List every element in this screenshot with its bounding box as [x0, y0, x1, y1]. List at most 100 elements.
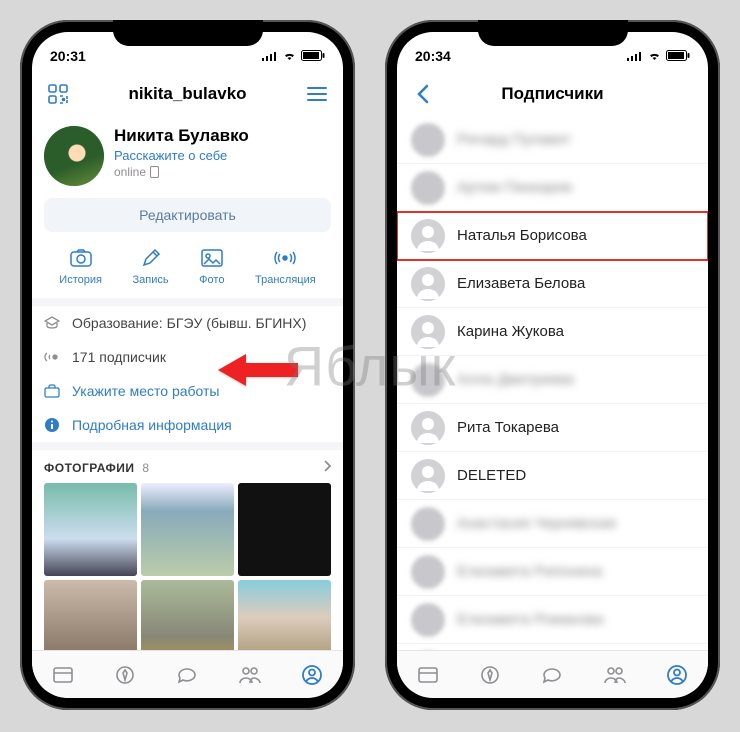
status-time: 20:31	[50, 48, 86, 64]
follower-row[interactable]: Рита Токарева	[397, 404, 708, 452]
tab-friends[interactable]	[237, 662, 263, 688]
action-live[interactable]: Трансляция	[255, 246, 316, 286]
follower-name: Рита Токарева	[457, 419, 559, 436]
phone-frame-left: 20:31 nikita_bulavko	[20, 20, 355, 710]
follower-name: Артем Пинкарев	[457, 179, 572, 196]
follower-avatar	[411, 603, 445, 637]
tab-feed[interactable]	[50, 662, 76, 688]
menu-icon[interactable]	[303, 80, 331, 108]
phone-frame-right: 20:34 Подписчики Ричард Пулавит Артем Пин…	[385, 20, 720, 710]
follower-avatar	[411, 315, 445, 349]
photo-thumbnail[interactable]	[238, 483, 331, 576]
back-icon[interactable]	[409, 80, 437, 108]
follower-row[interactable]: Наталья Борисова	[397, 212, 708, 260]
tab-bar	[397, 650, 708, 698]
follower-row[interactable]: Ричард Пулавит	[397, 116, 708, 164]
dual-phone-stage: 20:31 nikita_bulavko	[0, 0, 740, 730]
photo-thumbnail[interactable]	[141, 483, 234, 576]
follower-name: Алла Дмитриева	[457, 371, 574, 388]
action-photo-label: Фото	[199, 274, 224, 286]
photos-header[interactable]: ФОТОГРАФИИ 8	[44, 460, 331, 475]
wifi-icon	[647, 48, 662, 64]
tab-friends[interactable]	[602, 662, 628, 688]
qr-icon[interactable]	[44, 80, 72, 108]
tab-bar	[32, 650, 343, 698]
info-more-text: Подробная информация	[72, 417, 232, 433]
tab-messages[interactable]	[174, 662, 200, 688]
follower-row[interactable]: Алла Дмитриева	[397, 356, 708, 404]
picture-icon	[200, 246, 224, 270]
action-post[interactable]: Запись	[133, 246, 169, 286]
info-education-value: БГЭУ (бывш. БГИНХ)	[167, 315, 307, 331]
follower-name: Елизавета Рипонина	[457, 563, 602, 580]
follower-name: Карина Жукова	[457, 323, 564, 340]
profile-row: Никита Булавко Расскажите о себе online	[44, 126, 331, 186]
phone-small-icon	[150, 166, 159, 178]
pencil-icon	[139, 246, 163, 270]
info-more[interactable]: Подробная информация	[32, 408, 343, 442]
battery-icon	[666, 48, 690, 64]
action-post-label: Запись	[133, 274, 169, 286]
camera-icon	[69, 246, 93, 270]
info-education[interactable]: Образование: БГЭУ (бывш. БГИНХ)	[32, 306, 343, 340]
follower-name: Анастасия Чернявская	[457, 515, 616, 532]
follower-avatar	[411, 219, 445, 253]
follower-row[interactable]: Елизавета Рипонина	[397, 548, 708, 596]
tab-profile[interactable]	[299, 662, 325, 688]
profile-about-link[interactable]: Расскажите о себе	[114, 148, 249, 163]
follower-avatar	[411, 507, 445, 541]
action-story[interactable]: История	[59, 246, 102, 286]
tab-discover[interactable]	[112, 662, 138, 688]
follower-name: Елизавета Романова	[457, 611, 603, 628]
photos-count: 8	[142, 461, 149, 475]
profile-avatar[interactable]	[44, 126, 104, 186]
signal-icon	[627, 48, 643, 64]
followers-list: Ричард Пулавит Артем Пинкарев Наталья Бори…	[397, 116, 708, 650]
photo-thumbnail[interactable]	[141, 580, 234, 650]
profile-text: Никита Булавко Расскажите о себе online	[114, 126, 249, 179]
follower-row[interactable]: Анастасия Чернявская	[397, 500, 708, 548]
action-live-label: Трансляция	[255, 274, 316, 286]
tab-profile[interactable]	[664, 662, 690, 688]
follower-avatar	[411, 123, 445, 157]
follower-row[interactable]: Елизавета Романова	[397, 596, 708, 644]
status-icons	[627, 48, 690, 64]
briefcase-icon	[44, 384, 62, 398]
edit-profile-button[interactable]: Редактировать	[44, 198, 331, 232]
follower-name: Наталья Борисова	[457, 227, 587, 244]
follower-name: Ричард Пулавит	[457, 131, 571, 148]
follower-row[interactable]: Артем Пинкарев	[397, 164, 708, 212]
info-followers-text: 171 подписчик	[72, 349, 166, 365]
follower-row[interactable]: Карина Жукова	[397, 308, 708, 356]
follower-name: Елизавета Белова	[457, 275, 585, 292]
photo-thumbnail[interactable]	[238, 580, 331, 650]
tab-discover[interactable]	[477, 662, 503, 688]
info-icon	[44, 417, 62, 433]
follower-avatar	[411, 555, 445, 589]
tab-messages[interactable]	[539, 662, 565, 688]
followers-icon	[44, 350, 62, 364]
status-time: 20:34	[415, 48, 451, 64]
follower-avatar	[411, 363, 445, 397]
profile-actions: История Запись Фото Трансляция	[44, 242, 331, 298]
followers-title: Подписчики	[437, 84, 668, 104]
action-photo[interactable]: Фото	[199, 246, 224, 286]
photos-title: ФОТОГРАФИИ	[44, 461, 135, 475]
profile-online: online	[114, 165, 249, 179]
photo-thumbnail[interactable]	[44, 483, 137, 576]
profile-name: Никита Булавко	[114, 126, 249, 146]
annotation-arrow	[218, 350, 298, 390]
action-story-label: История	[59, 274, 102, 286]
status-icons	[262, 48, 325, 64]
follower-row[interactable]: DELETED	[397, 452, 708, 500]
battery-icon	[301, 48, 325, 64]
profile-block: Никита Булавко Расскажите о себе online …	[32, 116, 343, 298]
follower-avatar	[411, 411, 445, 445]
notch	[113, 20, 263, 46]
signal-icon	[262, 48, 278, 64]
follower-name: DELETED	[457, 467, 526, 484]
photos-grid	[44, 483, 331, 650]
tab-feed[interactable]	[415, 662, 441, 688]
follower-row[interactable]: Елизавета Белова	[397, 260, 708, 308]
photo-thumbnail[interactable]	[44, 580, 137, 650]
